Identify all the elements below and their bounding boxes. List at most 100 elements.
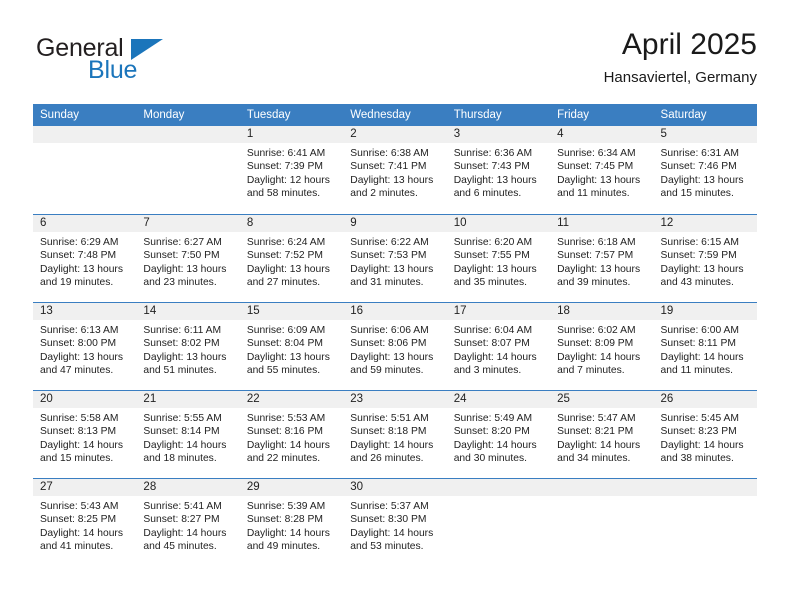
calendar-day-cell[interactable]: 19 Sunrise: 6:00 AM Sunset: 8:11 PM Dayligh…	[653, 303, 757, 390]
day-details: Sunrise: 6:02 AM Sunset: 8:09 PM Daylight:…	[550, 320, 653, 378]
calendar-day-cell[interactable]: 6 Sunrise: 6:29 AM Sunset: 7:48 PM Daylight…	[33, 215, 137, 302]
day-detail-line: Sunrise: 5:51 AM	[350, 413, 429, 424]
calendar-day-cell[interactable]: 9 Sunrise: 6:22 AM Sunset: 7:53 PM Daylight…	[343, 215, 447, 302]
title-block: April 2025 Hansaviertel, Germany	[604, 28, 757, 86]
day-detail-line: and 6 minutes.	[453, 188, 522, 200]
day-detail-line: and 38 minutes.	[660, 453, 734, 465]
day-number: 14	[136, 303, 240, 320]
calendar-day-cell[interactable]: 17 Sunrise: 6:04 AM Sunset: 8:07 PM Dayligh…	[446, 303, 551, 390]
day-detail-line: Sunset: 8:16 PM	[246, 426, 323, 438]
day-detail-line: Sunrise: 6:36 AM	[453, 148, 533, 159]
day-detail-line: Sunset: 7:45 PM	[557, 161, 634, 173]
day-detail-line: Daylight: 14 hours	[246, 439, 330, 451]
day-detail-line: Sunset: 8:20 PM	[453, 426, 530, 438]
day-detail-line: Sunrise: 5:47 AM	[557, 413, 636, 424]
day-detail-line: Sunrise: 5:39 AM	[246, 501, 326, 512]
day-details: Sunrise: 6:04 AM Sunset: 8:07 PM Daylight:…	[447, 320, 550, 378]
calendar-day-cell[interactable]: 11 Sunrise: 6:18 AM Sunset: 7:57 PM Dayligh…	[550, 215, 654, 302]
page-subtitle: Hansaviertel, Germany	[603, 68, 757, 86]
day-detail-line: Sunset: 7:50 PM	[143, 250, 220, 262]
calendar-day-cell[interactable]: 14 Sunrise: 6:11 AM Sunset: 8:02 PM Dayligh…	[136, 303, 240, 390]
day-detail-line: Sunset: 7:48 PM	[40, 250, 117, 262]
day-details: Sunrise: 6:11 AM Sunset: 8:02 PM Daylight:…	[136, 320, 239, 378]
day-details: Sunrise: 6:36 AM Sunset: 7:43 PM Daylight:…	[447, 143, 550, 201]
day-detail-line: and 27 minutes.	[246, 277, 321, 289]
day-detail-line: Sunset: 8:13 PM	[40, 426, 117, 438]
day-number: 19	[653, 303, 757, 320]
day-detail-line: Sunrise: 6:20 AM	[453, 237, 533, 248]
day-detail-line: and 18 minutes.	[143, 453, 217, 465]
weekday-header-wednesday: Wednesday	[350, 109, 411, 121]
calendar-day-cell[interactable]: 30 Sunrise: 5:37 AM Sunset: 8:30 PM Dayligh…	[343, 479, 447, 566]
calendar-day-cell[interactable]: 29 Sunrise: 5:39 AM Sunset: 8:28 PM Dayligh…	[239, 479, 344, 566]
calendar-day-cell[interactable]: 20 Sunrise: 5:58 AM Sunset: 8:13 PM Dayligh…	[33, 391, 137, 478]
day-details: Sunrise: 6:18 AM Sunset: 7:57 PM Daylight:…	[550, 232, 653, 290]
calendar-day-cell[interactable]: 15 Sunrise: 6:09 AM Sunset: 8:04 PM Dayligh…	[239, 303, 344, 390]
day-detail-line: Daylight: 13 hours	[660, 263, 744, 275]
calendar-day-cell[interactable]: 13 Sunrise: 6:13 AM Sunset: 8:00 PM Dayligh…	[33, 303, 137, 390]
day-detail-line: Daylight: 13 hours	[40, 351, 123, 363]
calendar-day-cell[interactable]: 4 Sunrise: 6:34 AM Sunset: 7:45 PM Daylight…	[550, 126, 654, 214]
day-detail-line: and 35 minutes.	[453, 277, 527, 289]
day-detail-line: and 58 minutes.	[246, 188, 321, 200]
calendar-grid: Sunday Monday Tuesday Wednesday Thursday Frid…	[33, 104, 757, 566]
day-details: Sunrise: 5:39 AM Sunset: 8:28 PM Daylight:…	[240, 496, 343, 554]
day-number: 29	[239, 479, 344, 496]
calendar-day-cell[interactable]: 2 Sunrise: 6:38 AM Sunset: 7:41 PM Daylight…	[343, 126, 447, 214]
day-details: Sunrise: 5:58 AM Sunset: 8:13 PM Daylight:…	[33, 408, 136, 466]
day-detail-line: Daylight: 13 hours	[350, 351, 434, 363]
calendar-day-cell[interactable]: 12 Sunrise: 6:15 AM Sunset: 7:59 PM Dayligh…	[653, 215, 757, 302]
calendar-empty-cell	[653, 479, 757, 566]
day-number: 12	[653, 215, 757, 232]
day-detail-line: and 26 minutes.	[350, 453, 424, 465]
day-detail-line: Sunrise: 6:06 AM	[350, 325, 429, 336]
calendar-day-cell[interactable]: 16 Sunrise: 6:06 AM Sunset: 8:06 PM Dayligh…	[343, 303, 447, 390]
day-number: 23	[343, 391, 447, 408]
day-details: Sunrise: 6:06 AM Sunset: 8:06 PM Daylight:…	[343, 320, 446, 378]
calendar-day-cell[interactable]: 8 Sunrise: 6:24 AM Sunset: 7:52 PM Daylight…	[239, 215, 344, 302]
calendar-day-cell[interactable]: 3 Sunrise: 6:36 AM Sunset: 7:43 PM Daylight…	[446, 126, 551, 214]
calendar-day-cell[interactable]: 1 Sunrise: 6:41 AM Sunset: 7:39 PM Daylight…	[239, 126, 344, 214]
day-details: Sunrise: 5:41 AM Sunset: 8:27 PM Daylight:…	[136, 496, 239, 554]
calendar-day-cell[interactable]: 23 Sunrise: 5:51 AM Sunset: 8:18 PM Dayligh…	[343, 391, 447, 478]
calendar-day-cell[interactable]: 21 Sunrise: 5:55 AM Sunset: 8:14 PM Dayligh…	[136, 391, 240, 478]
day-detail-line: and 11 minutes.	[660, 365, 734, 377]
day-detail-line: Daylight: 14 hours	[453, 351, 537, 363]
day-detail-line: Sunrise: 6:41 AM	[246, 148, 326, 159]
calendar-day-cell[interactable]: 26 Sunrise: 5:45 AM Sunset: 8:23 PM Dayligh…	[653, 391, 757, 478]
calendar-day-cell[interactable]: 27 Sunrise: 5:43 AM Sunset: 8:25 PM Dayligh…	[33, 479, 137, 566]
calendar-day-cell[interactable]: 24 Sunrise: 5:49 AM Sunset: 8:20 PM Dayligh…	[446, 391, 551, 478]
calendar-week-row: 1 Sunrise: 6:41 AM Sunset: 7:39 PM Daylight…	[33, 126, 757, 214]
day-detail-line: Sunset: 7:53 PM	[350, 250, 427, 262]
calendar-day-cell[interactable]: 25 Sunrise: 5:47 AM Sunset: 8:21 PM Dayligh…	[550, 391, 654, 478]
day-detail-line: Sunset: 8:30 PM	[350, 514, 427, 526]
day-detail-line: Sunrise: 5:45 AM	[660, 413, 739, 424]
calendar-day-cell[interactable]: 10 Sunrise: 6:20 AM Sunset: 7:55 PM Dayligh…	[446, 215, 551, 302]
calendar-empty-cell	[136, 126, 240, 214]
day-detail-line: Daylight: 13 hours	[143, 263, 227, 275]
day-detail-line: Sunrise: 6:24 AM	[246, 237, 326, 248]
day-detail-line: Sunset: 7:57 PM	[557, 250, 634, 262]
day-detail-line: Daylight: 13 hours	[246, 263, 330, 275]
day-detail-line: and 30 minutes.	[453, 453, 527, 465]
calendar-day-cell[interactable]: 28 Sunrise: 5:41 AM Sunset: 8:27 PM Dayligh…	[136, 479, 240, 566]
day-details: Sunrise: 5:43 AM Sunset: 8:25 PM Daylight:…	[33, 496, 136, 554]
day-detail-line: Sunset: 8:06 PM	[350, 338, 427, 350]
day-number: 15	[239, 303, 344, 320]
day-detail-line: Sunrise: 5:49 AM	[453, 413, 533, 424]
day-detail-line: Sunset: 7:43 PM	[453, 161, 530, 173]
day-number: 17	[446, 303, 551, 320]
day-detail-line: Daylight: 14 hours	[453, 439, 537, 451]
day-detail-line: Daylight: 14 hours	[350, 439, 434, 451]
day-number	[136, 126, 240, 143]
calendar-day-cell[interactable]: 18 Sunrise: 6:02 AM Sunset: 8:09 PM Dayligh…	[550, 303, 654, 390]
calendar-day-cell[interactable]: 7 Sunrise: 6:27 AM Sunset: 7:50 PM Daylight…	[136, 215, 240, 302]
day-detail-line: and 51 minutes.	[143, 365, 217, 377]
day-details: Sunrise: 5:37 AM Sunset: 8:30 PM Daylight:…	[343, 496, 446, 554]
day-detail-line: and 19 minutes.	[40, 277, 114, 289]
day-detail-line: Daylight: 14 hours	[40, 527, 123, 539]
day-detail-line: Sunset: 8:14 PM	[143, 426, 220, 438]
calendar-day-cell[interactable]: 22 Sunrise: 5:53 AM Sunset: 8:16 PM Dayligh…	[239, 391, 344, 478]
calendar-day-cell[interactable]: 5 Sunrise: 6:31 AM Sunset: 7:46 PM Daylight…	[653, 126, 757, 214]
day-detail-line: Sunset: 8:27 PM	[143, 514, 220, 526]
